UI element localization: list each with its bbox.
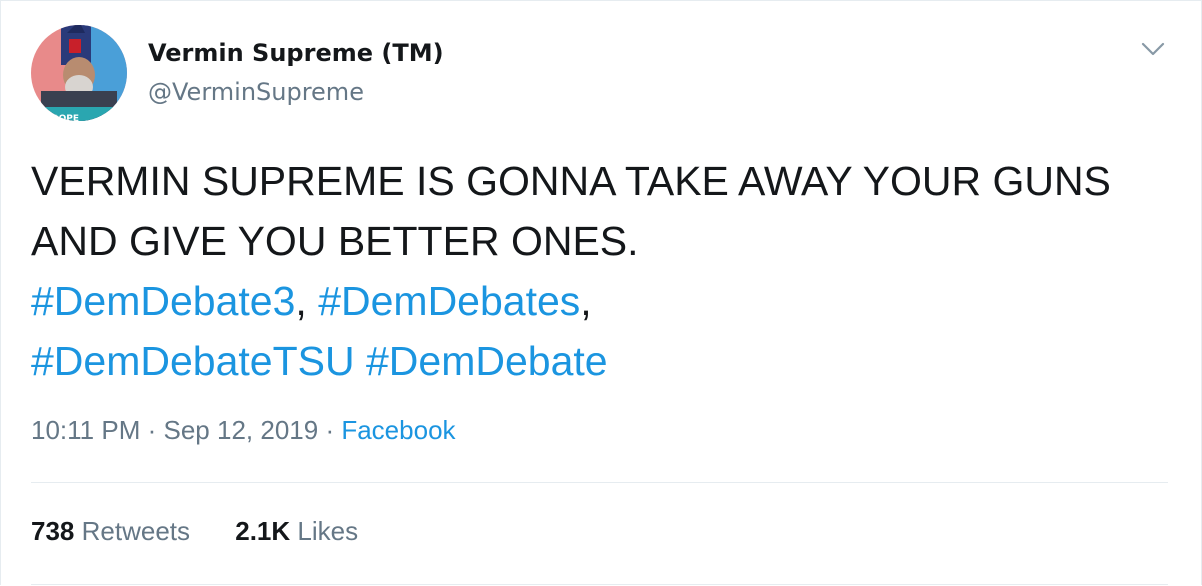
avatar-image: OOPE bbox=[31, 25, 127, 121]
divider bbox=[31, 482, 1168, 483]
retweets-count: 738 bbox=[31, 516, 75, 546]
hashtag-demdebates[interactable]: #DemDebates bbox=[318, 278, 580, 324]
tweet-stats: 738 Retweets 2.1K Likes bbox=[31, 516, 396, 547]
tweet-text-line-1: VERMIN SUPREME IS GONNA TAKE AWAY YOUR G… bbox=[31, 158, 1111, 204]
meta-separator: · bbox=[325, 415, 335, 445]
tweet-card: OOPE Vermin Supreme (TM) @VerminSupreme … bbox=[0, 0, 1202, 585]
comma: , bbox=[580, 278, 592, 324]
divider bbox=[31, 584, 1168, 585]
tweet-text: VERMIN SUPREME IS GONNA TAKE AWAY YOUR G… bbox=[31, 151, 1181, 391]
tweet-source-link[interactable]: Facebook bbox=[341, 415, 455, 445]
tweet-text-line-2: AND GIVE YOU BETTER ONES. bbox=[31, 218, 639, 264]
meta-separator: · bbox=[147, 415, 157, 445]
retweets-label: Retweets bbox=[81, 516, 191, 546]
chevron-down-icon bbox=[1141, 42, 1165, 56]
author-name[interactable]: Vermin Supreme (TM) bbox=[148, 39, 444, 67]
tweet-menu-button[interactable] bbox=[1139, 35, 1167, 63]
tweet-date[interactable]: Sep 12, 2019 bbox=[164, 415, 319, 445]
tweet-hashtags-line-1: #DemDebate3, #DemDebates, bbox=[31, 271, 1181, 331]
author-handle[interactable]: @VerminSupreme bbox=[148, 78, 364, 106]
comma: , bbox=[295, 278, 307, 324]
likes-stat[interactable]: 2.1K Likes bbox=[235, 516, 358, 546]
avatar[interactable]: OOPE bbox=[31, 25, 127, 121]
tweet-hashtags-line-2: #DemDebateTSU #DemDebate bbox=[31, 331, 1181, 391]
hashtag-demdebate3[interactable]: #DemDebate3 bbox=[31, 278, 295, 324]
hashtag-demdebatetsu[interactable]: #DemDebateTSU bbox=[31, 338, 355, 384]
svg-text:OOPE: OOPE bbox=[51, 114, 79, 121]
tweet-meta: 10:11 PM · Sep 12, 2019 · Facebook bbox=[31, 415, 456, 446]
likes-label: Likes bbox=[297, 516, 359, 546]
tweet-time[interactable]: 10:11 PM bbox=[31, 415, 140, 445]
likes-count: 2.1K bbox=[235, 516, 291, 546]
retweets-stat[interactable]: 738 Retweets bbox=[31, 516, 190, 546]
hashtag-demdebate[interactable]: #DemDebate bbox=[366, 338, 608, 384]
